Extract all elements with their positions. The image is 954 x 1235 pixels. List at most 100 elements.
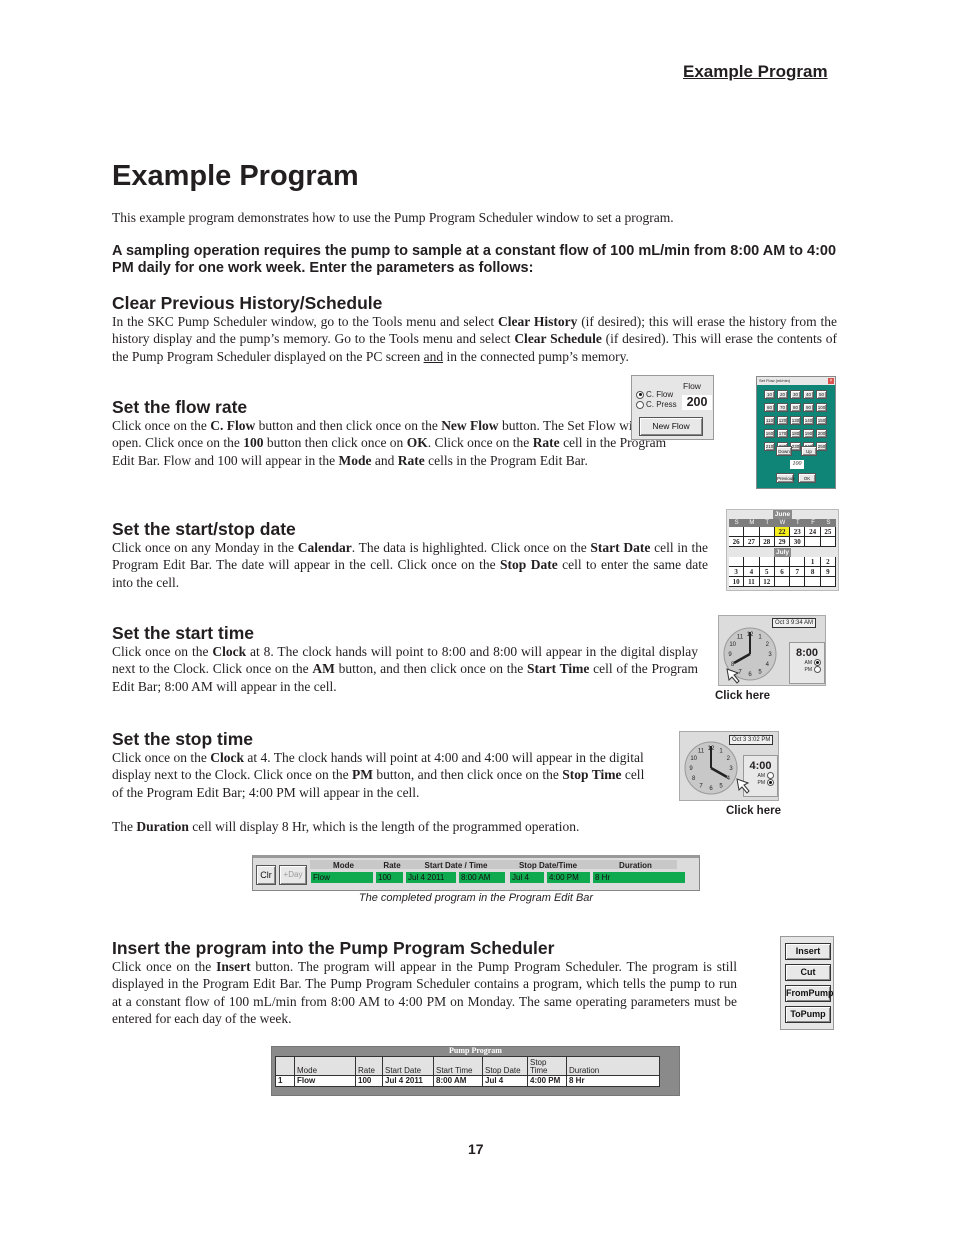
calendar-day[interactable]: 29 xyxy=(774,537,791,547)
flow-value-button[interactable]: 180 xyxy=(790,429,801,438)
table-row[interactable]: 1 Flow 100 Jul 4 2011 8:00 AM Jul 4 4:00 PM 8 H… xyxy=(275,1075,660,1087)
am-radio[interactable]: AM xyxy=(790,659,824,666)
calendar-day[interactable]: 12 xyxy=(759,577,775,587)
flow-value-button[interactable]: 40 xyxy=(803,390,814,399)
calendar-day[interactable]: 24 xyxy=(805,527,821,537)
table-cell[interactable]: Flow xyxy=(294,1075,356,1087)
stop-time-cell[interactable]: 4:00 PM xyxy=(547,872,590,883)
calendar-day[interactable]: 28 xyxy=(759,537,775,547)
calendar-day[interactable] xyxy=(744,527,760,537)
table-cell[interactable]: Jul 4 2011 xyxy=(382,1075,434,1087)
up-button[interactable]: Up xyxy=(801,446,817,456)
calendar-day[interactable]: 5 xyxy=(759,567,775,577)
new-flow-button[interactable]: New Flow xyxy=(639,417,703,436)
insert-button[interactable]: Insert xyxy=(785,943,831,960)
calendar-day[interactable]: 3 xyxy=(729,567,745,577)
flow-value-button[interactable]: 110 xyxy=(764,416,775,425)
flow-value-button[interactable]: 200 xyxy=(816,429,827,438)
rate-cell[interactable]: 100 xyxy=(376,872,403,883)
flow-value-button[interactable]: 100 xyxy=(816,403,827,412)
clock-numeral[interactable]: 10 xyxy=(729,642,736,648)
to-pump-button[interactable]: ToPump xyxy=(785,1006,831,1023)
duration-cell[interactable]: 8 Hr xyxy=(593,872,685,883)
calendar-day[interactable]: 23 xyxy=(790,527,806,537)
pm-radio[interactable]: PM xyxy=(790,666,824,673)
table-cell[interactable]: 8:00 AM xyxy=(433,1075,483,1087)
flow-value-button[interactable]: 210 xyxy=(764,442,775,451)
calendar-day[interactable]: 6 xyxy=(774,567,791,577)
flow-value-button[interactable]: 10 xyxy=(764,390,775,399)
table-cell[interactable]: 100 xyxy=(355,1075,383,1087)
mode-cell[interactable]: Flow xyxy=(311,872,373,883)
calendar-day[interactable] xyxy=(805,537,821,547)
flow-value-button[interactable]: 20 xyxy=(777,390,788,399)
down-button[interactable]: Down xyxy=(776,446,792,456)
flow-value-button[interactable]: 50 xyxy=(816,390,827,399)
calendar-day[interactable] xyxy=(820,577,836,587)
calendar-day[interactable]: 27 xyxy=(744,537,760,547)
table-cell[interactable]: 4:00 PM xyxy=(527,1075,567,1087)
calendar-day[interactable]: 22 xyxy=(774,527,791,537)
stop-date-cell[interactable]: Jul 4 xyxy=(510,872,544,883)
calendar-day[interactable]: 8 xyxy=(805,567,821,577)
calendar-day[interactable]: 7 xyxy=(790,567,806,577)
cut-button[interactable]: Cut xyxy=(785,964,831,981)
calendar-day[interactable] xyxy=(759,527,775,537)
calendar-day[interactable]: 30 xyxy=(790,537,806,547)
calendar-day[interactable]: 25 xyxy=(820,527,836,537)
table-cell[interactable]: 8 Hr xyxy=(566,1075,660,1087)
c-flow-radio[interactable]: C. Flow xyxy=(636,390,673,399)
flow-value-button[interactable]: 140 xyxy=(803,416,814,425)
add-day-button[interactable]: +Day xyxy=(279,865,307,885)
flow-value-button[interactable]: 160 xyxy=(764,429,775,438)
table-cell[interactable]: 1 xyxy=(275,1075,295,1087)
table-cell[interactable]: Jul 4 xyxy=(482,1075,528,1087)
from-pump-button[interactable]: FromPump xyxy=(785,985,834,1002)
section-insert-program: Insert the program into the Pump Program… xyxy=(112,938,737,1027)
calendar-day[interactable] xyxy=(759,557,775,567)
ok-button[interactable]: OK xyxy=(798,473,816,483)
calendar-day[interactable]: 10 xyxy=(729,577,745,587)
flow-value-button[interactable]: 60 xyxy=(764,403,775,412)
start-date-cell[interactable]: Jul 4 2011 xyxy=(406,872,456,883)
calendar-day[interactable] xyxy=(820,537,836,547)
flow-value-button[interactable]: 80 xyxy=(790,403,801,412)
page-title: Example Program xyxy=(112,160,359,192)
calendar-day[interactable] xyxy=(805,577,821,587)
flow-value-button[interactable]: 120 xyxy=(777,416,788,425)
calendar-day[interactable]: 11 xyxy=(744,577,760,587)
clock-numeral[interactable]: 10 xyxy=(690,756,697,762)
calendar-day[interactable] xyxy=(774,577,791,587)
running-head: Example Program xyxy=(683,62,828,81)
flow-value-button[interactable]: 190 xyxy=(803,429,814,438)
flow-value-button[interactable]: 170 xyxy=(777,429,788,438)
flow-value-button[interactable]: 70 xyxy=(777,403,788,412)
calendar-day[interactable] xyxy=(729,527,745,537)
calendar-day[interactable]: 1 xyxy=(805,557,821,567)
clock-numeral[interactable]: 11 xyxy=(737,635,744,641)
column-header: Mode xyxy=(294,1056,356,1076)
calendar-day[interactable] xyxy=(744,557,760,567)
calendar-day[interactable] xyxy=(790,557,806,567)
flow-value-button[interactable]: 90 xyxy=(803,403,814,412)
calendar-day[interactable] xyxy=(729,557,745,567)
calendar-day[interactable]: 2 xyxy=(820,557,836,567)
close-icon[interactable]: × xyxy=(828,378,834,384)
text: button then click once on xyxy=(263,435,407,451)
previous-button[interactable]: Previous xyxy=(776,473,795,483)
calendar-day[interactable]: 4 xyxy=(744,567,760,577)
calendar-day[interactable] xyxy=(774,557,791,567)
flow-value-button[interactable]: 150 xyxy=(816,416,827,425)
clear-button[interactable]: Clr xyxy=(256,865,276,885)
c-press-radio[interactable]: C. Press xyxy=(636,400,677,409)
flow-value-button[interactable]: 30 xyxy=(790,390,801,399)
pump-program-table: Mode Rate Start Date Start Time Stop Date Sto… xyxy=(275,1056,660,1087)
flow-value-button[interactable]: 250 xyxy=(816,442,827,451)
calendar-day[interactable]: 26 xyxy=(729,537,745,547)
calendar-day[interactable]: 9 xyxy=(820,567,836,577)
clock-numeral[interactable]: 11 xyxy=(698,749,705,755)
flow-value-button[interactable]: 130 xyxy=(790,416,801,425)
start-time-cell[interactable]: 8:00 AM xyxy=(459,872,505,883)
analog-clock[interactable]: 123456789101112 xyxy=(683,738,739,798)
calendar-day[interactable] xyxy=(790,577,806,587)
